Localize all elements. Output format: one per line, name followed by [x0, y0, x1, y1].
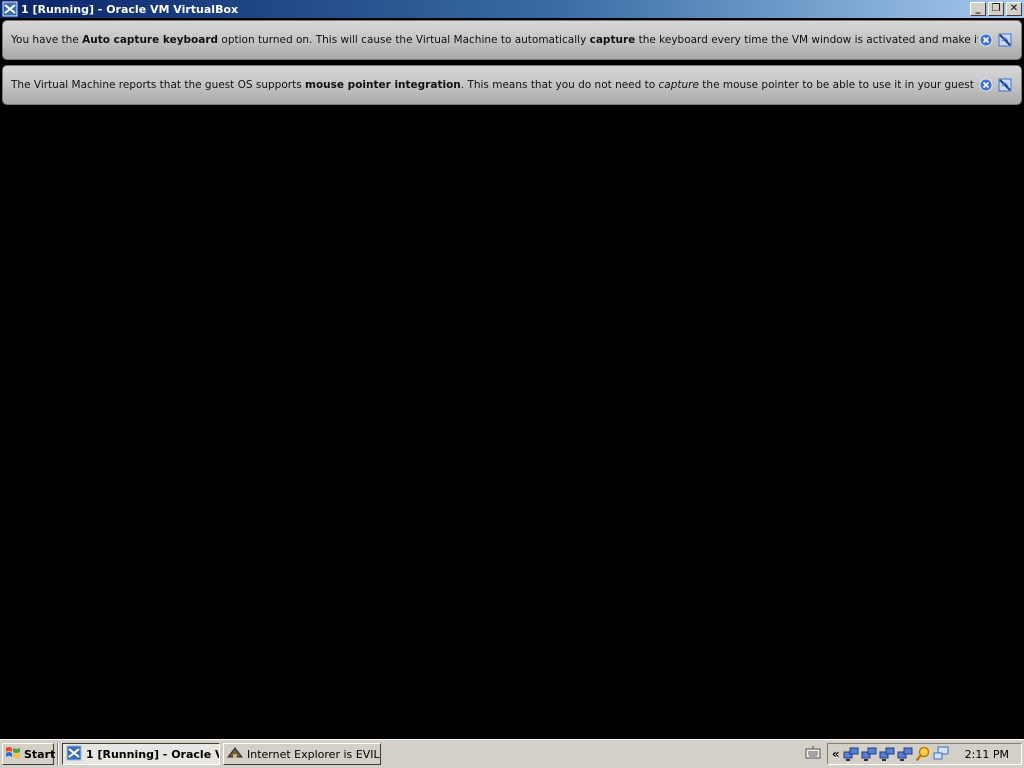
taskbar-item-virtualbox[interactable]: 1 [Running] - Oracle V...	[62, 743, 220, 765]
search-icon[interactable]	[915, 746, 931, 762]
close-button[interactable]: ✕	[1006, 2, 1022, 16]
mouse-integration-notification: The Virtual Machine reports that the gue…	[2, 65, 1022, 105]
taskbar-item-label: 1 [Running] - Oracle V...	[86, 747, 220, 761]
minimize-button[interactable]: _	[970, 2, 986, 16]
close-notification-icon[interactable]	[978, 32, 994, 48]
network-icon[interactable]	[897, 746, 913, 762]
keyboard-capture-notification: You have the Auto capture keyboard optio…	[2, 20, 1022, 60]
taskbar-clock[interactable]: 2:11 PM	[965, 748, 1009, 761]
taskbar-separator	[57, 743, 59, 765]
notification-message: The Virtual Machine reports that the gue…	[3, 79, 978, 91]
minimize-icon: _	[975, 3, 981, 14]
windows-logo-icon	[5, 746, 21, 763]
message-text-bold: capture	[589, 34, 636, 46]
app-icon	[226, 745, 244, 764]
message-text-bold: mouse pointer integration	[305, 79, 461, 91]
do-not-show-again-icon[interactable]	[997, 32, 1013, 48]
network-icon[interactable]	[843, 746, 859, 762]
vm-display[interactable]	[0, 108, 1024, 739]
close-icon: ✕	[1009, 3, 1019, 14]
message-text-bold: Auto capture keyboard	[82, 34, 219, 46]
do-not-show-again-icon[interactable]	[997, 77, 1013, 93]
message-text: the keyboard every time the VM window is…	[638, 34, 978, 46]
network-icon[interactable]	[879, 746, 895, 762]
taskbar: Start 1 [Running] - Oracle V... Internet…	[0, 739, 1024, 768]
window-titlebar[interactable]: 1 [Running] - Oracle VM VirtualBox _ ❐ ✕	[0, 0, 1024, 18]
notification-message: You have the Auto capture keyboard optio…	[3, 34, 978, 46]
virtualbox-icon	[2, 1, 18, 17]
taskbar-item-internet-explorer[interactable]: Internet Explorer is EVIL...	[223, 743, 381, 765]
show-hidden-icons-button[interactable]: «	[832, 747, 840, 761]
keyboard-icon[interactable]	[805, 745, 821, 764]
network-icon[interactable]	[861, 746, 877, 762]
message-text: option turned on. This will cause the Vi…	[218, 34, 590, 46]
start-label: Start	[24, 747, 56, 761]
system-tray: « 2:11 PM	[826, 743, 1022, 765]
close-notification-icon[interactable]	[978, 77, 994, 93]
message-text: You have the	[11, 34, 83, 46]
message-text: . This means that you do not need to	[460, 79, 659, 91]
message-text: The Virtual Machine reports that the gue…	[11, 79, 306, 91]
restore-icon: ❐	[991, 3, 1001, 14]
start-button[interactable]: Start	[2, 743, 56, 765]
window-title: 1 [Running] - Oracle VM VirtualBox	[21, 2, 239, 16]
virtualbox-icon	[66, 745, 82, 764]
taskbar-item-label: Internet Explorer is EVIL...	[247, 747, 381, 761]
message-text-italic: capture	[658, 79, 699, 91]
restore-button[interactable]: ❐	[988, 2, 1004, 16]
display-icon[interactable]	[933, 746, 949, 762]
message-text: the mouse pointer to be able to use it i…	[702, 79, 978, 91]
